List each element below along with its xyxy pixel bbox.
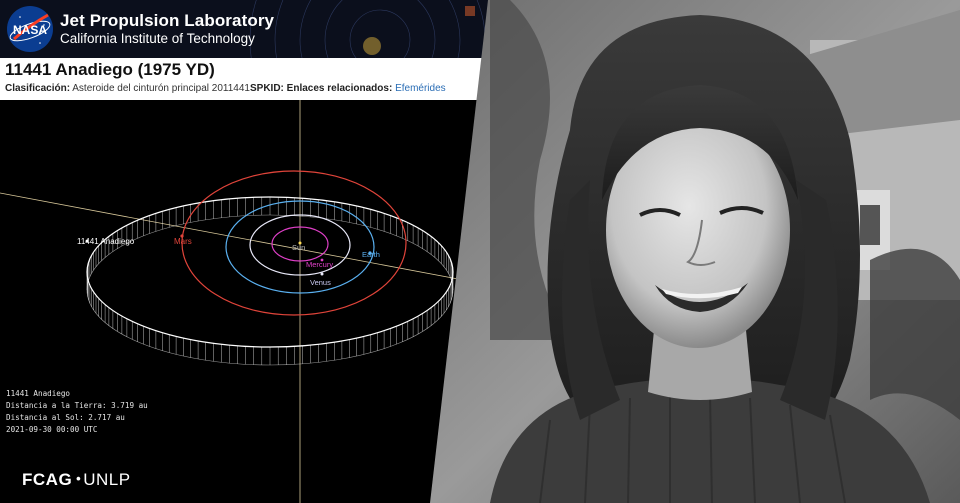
asteroid-label: 11441 Anadiego [77,237,135,246]
earth-label: Earth [362,250,380,259]
orbit-diagram: 11441 Anadiego Mars Sun Mercury Venus Ea… [0,100,490,503]
object-info-bar: 11441 Anadiego (1975 YD) Clasificación: … [0,58,490,100]
asteroid-orbit [86,196,454,366]
org-subtitle: California Institute of Technology [60,31,255,46]
credit-fcag: FCAG [22,470,73,489]
venus-marker [320,272,324,276]
ephemeris-readout: 11441 Anadiego Distancia a la Tierra: 3.… [6,388,148,436]
jpl-header: NASA Jet Propulsion Laboratory Californi… [0,0,490,58]
readout-name: 11441 Anadiego [6,389,71,398]
classification-value: Asteroide del cinturón principal 2011441 [72,83,250,94]
readout-datetime: 2021-09-30 00:00 UTC [6,425,98,434]
classification-label: Clasificación: [5,83,71,94]
jpl-orbit-viewer: NASA Jet Propulsion Laboratory Californi… [0,0,490,503]
portrait-photo-image [430,0,960,503]
mercury-label: Mercury [306,260,333,269]
related-links-label: Enlaces relacionados: [286,83,393,94]
credit-unlp: UNLP [83,470,131,489]
readout-earth-distance: Distancia a la Tierra: 3.719 au [6,401,148,410]
nasa-logo-icon: NASA [7,6,53,52]
org-title: Jet Propulsion Laboratory [60,11,275,30]
venus-label: Venus [310,278,331,287]
header-sun-icon [363,37,381,55]
credit-logo: FCAG • UNLP [22,470,131,490]
readout-sun-distance: Distancia al Sol: 2.717 au [6,413,125,422]
object-title: 11441 Anadiego (1975 YD) [5,60,215,79]
spkid-label: SPKID: [249,83,284,94]
credit-separator: • [76,471,82,486]
sun-label: Sun [292,243,305,252]
portrait-photo [430,0,960,503]
mars-label: Mars [174,237,192,246]
classification-line: Clasificación: Asteroide del cinturón pr… [5,83,446,94]
ecliptic-line [0,192,490,286]
nasa-logo-text: NASA [13,23,47,37]
